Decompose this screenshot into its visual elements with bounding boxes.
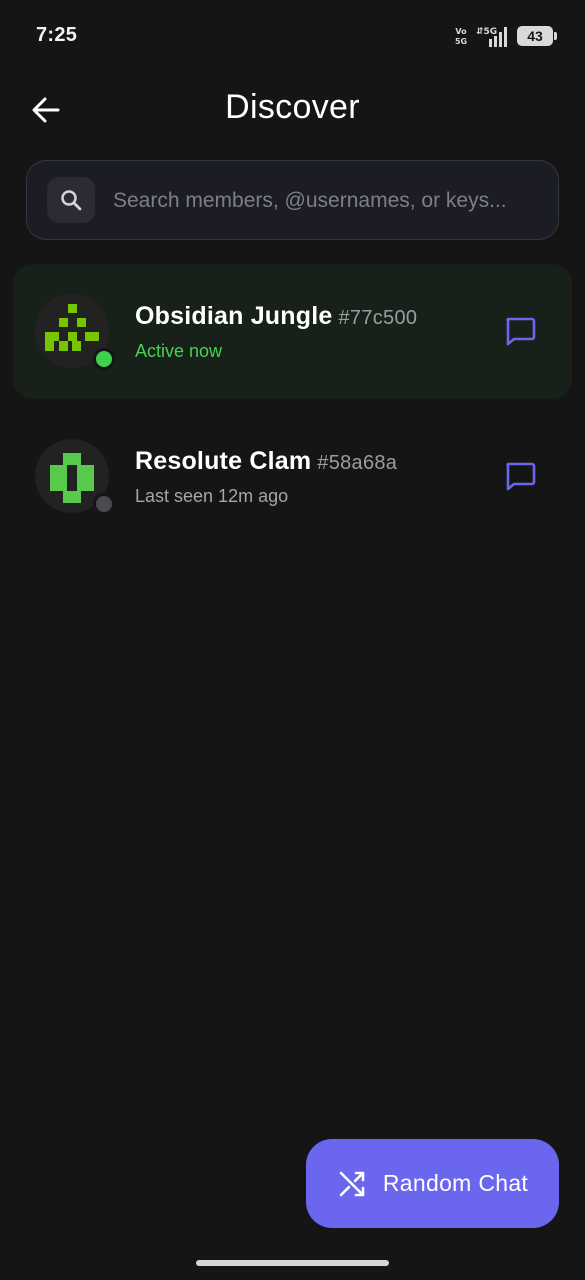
svg-text:5G: 5G [455, 37, 467, 46]
identicon-icon [45, 304, 99, 351]
message-button[interactable] [500, 312, 540, 350]
random-chat-button[interactable]: Random Chat [306, 1139, 559, 1228]
random-chat-label: Random Chat [382, 1170, 529, 1196]
search-box[interactable] [26, 160, 559, 240]
member-row[interactable]: Obsidian Jungle #77c500 Active now [13, 264, 572, 399]
member-list: Obsidian Jungle #77c500 Active now Resolu… [0, 264, 585, 554]
search-input[interactable] [113, 179, 543, 223]
shuffle-icon [339, 1171, 365, 1196]
identicon-icon [50, 453, 94, 503]
message-icon [506, 317, 536, 346]
search-icon-container [47, 177, 95, 223]
message-button[interactable] [500, 457, 540, 495]
member-status: Last seen 12m ago [135, 486, 289, 506]
volte-icon: Vo 5G [455, 27, 467, 46]
member-tag: #77c500 [338, 307, 418, 329]
member-tag: #58a68a [317, 452, 398, 474]
status-bar: 7:25 Vo 5G ⇵5G 43 [0, 0, 585, 72]
home-indicator[interactable] [196, 1260, 389, 1266]
header: Discover [0, 80, 585, 140]
message-icon [506, 462, 536, 491]
member-row[interactable]: Resolute Clam #58a68a Last seen 12m ago [13, 409, 572, 544]
member-display-name: Resolute Clam [135, 447, 312, 475]
avatar [35, 294, 115, 370]
online-indicator [93, 348, 115, 370]
member-display-name: Obsidian Jungle [135, 302, 333, 330]
svg-text:Vo: Vo [455, 27, 467, 36]
battery-icon: 43 [517, 26, 557, 46]
battery-level: 43 [527, 28, 543, 44]
member-name: Obsidian Jungle #77c500 [135, 302, 417, 331]
svg-text:⇵5G: ⇵5G [476, 27, 497, 37]
avatar [35, 439, 115, 515]
status-time: 7:25 [36, 24, 78, 46]
signal-icon: ⇵5G [476, 27, 507, 47]
search-icon [61, 190, 82, 211]
offline-indicator [93, 493, 115, 515]
page-title: Discover [225, 88, 360, 126]
member-name: Resolute Clam #58a68a [135, 447, 397, 476]
status-icons: Vo 5G ⇵5G 43 [455, 24, 557, 48]
member-status: Active now [135, 341, 223, 361]
